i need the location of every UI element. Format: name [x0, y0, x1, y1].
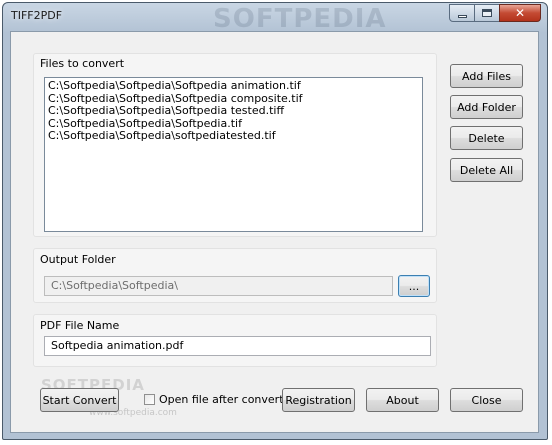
- pdf-name-input[interactable]: Softpedia animation.pdf: [44, 336, 431, 356]
- close-icon: ✕: [514, 6, 526, 20]
- files-group-label: Files to convert: [40, 57, 125, 70]
- close-window-button[interactable]: ✕: [499, 4, 541, 22]
- caption-buttons: ✕: [449, 4, 541, 22]
- start-convert-button[interactable]: Start Convert: [40, 388, 119, 412]
- title-watermark: SOFTPEDIA: [213, 4, 387, 34]
- add-files-button[interactable]: Add Files: [450, 64, 523, 88]
- open-after-convert-label[interactable]: Open file after convert: [159, 393, 284, 406]
- registration-button[interactable]: Registration: [282, 388, 355, 412]
- close-button[interactable]: Close: [450, 388, 523, 412]
- window-title: TIFF2PDF: [11, 9, 63, 22]
- title-bar[interactable]: TIFF2PDF SOFTPEDIA ✕: [3, 3, 547, 34]
- files-group: Files to convert C:\Softpedia\Softpedia\…: [33, 53, 437, 237]
- about-button[interactable]: About: [366, 388, 439, 412]
- checkbox-box[interactable]: [144, 394, 155, 405]
- output-folder-label: Output Folder: [40, 253, 116, 266]
- maximize-button[interactable]: [474, 4, 500, 22]
- browse-folder-button[interactable]: ...: [398, 275, 430, 297]
- files-listbox[interactable]: C:\Softpedia\Softpedia\Softpedia animati…: [44, 77, 423, 232]
- output-folder-field: C:\Softpedia\Softpedia\: [44, 276, 393, 296]
- delete-button[interactable]: Delete: [450, 126, 523, 150]
- open-after-convert-checkbox[interactable]: Open file after convert: [144, 393, 284, 406]
- maximize-icon: [482, 9, 492, 17]
- pdf-name-label: PDF File Name: [40, 319, 120, 332]
- list-item[interactable]: C:\Softpedia\Softpedia\Softpedia tested.…: [48, 104, 419, 118]
- delete-all-button[interactable]: Delete All: [450, 158, 523, 182]
- add-folder-button[interactable]: Add Folder: [450, 95, 523, 119]
- client-area: Files to convert C:\Softpedia\Softpedia\…: [10, 31, 539, 433]
- minimize-icon: [457, 14, 467, 18]
- minimize-button[interactable]: [449, 4, 475, 22]
- list-item[interactable]: C:\Softpedia\Softpedia\Softpedia animati…: [48, 79, 419, 93]
- app-window: TIFF2PDF SOFTPEDIA ✕ Files to convert C:…: [2, 2, 548, 440]
- output-folder-group: Output Folder C:\Softpedia\Softpedia\ ..…: [33, 248, 437, 303]
- pdf-name-group: PDF File Name Softpedia animation.pdf: [33, 314, 437, 367]
- list-item[interactable]: C:\Softpedia\Softpedia\softpediatested.t…: [48, 129, 419, 143]
